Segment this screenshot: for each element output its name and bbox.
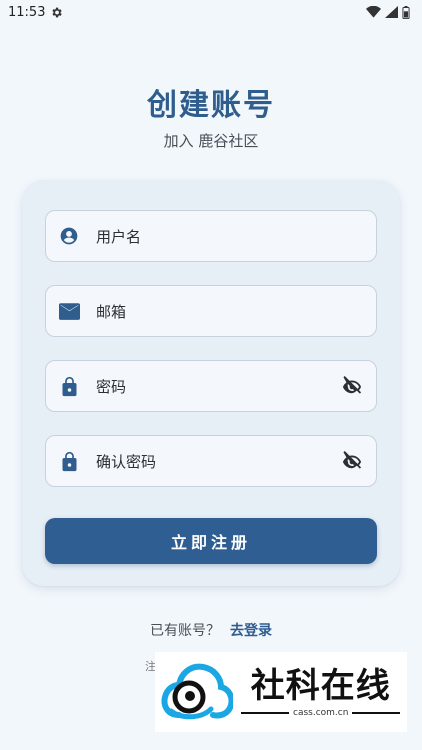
- status-time: 11:53: [8, 4, 46, 20]
- signal-icon: [385, 6, 398, 18]
- register-button[interactable]: 立即注册: [45, 518, 377, 564]
- watermark-url-row: cass.com.cn: [241, 708, 401, 718]
- login-link[interactable]: 去登录: [230, 620, 272, 640]
- page-subtitle: 加入 鹿谷社区: [163, 132, 259, 150]
- watermark-url: cass.com.cn: [293, 708, 349, 718]
- confirm-password-placeholder: 确认密码: [96, 452, 157, 471]
- watermark-rule: [241, 712, 289, 714]
- settings-icon: [50, 6, 63, 19]
- battery-icon: [402, 5, 410, 19]
- mail-icon: [58, 300, 80, 322]
- watermark-text: 社科在线 cass.com.cn: [241, 666, 401, 718]
- cloud-logo-icon: [161, 659, 235, 725]
- visibility-off-icon[interactable]: [340, 449, 364, 473]
- account-circle-icon: [58, 225, 80, 247]
- confirm-password-field[interactable]: 确认密码: [45, 435, 377, 487]
- login-prompt: 已有账号？ 去登录: [0, 620, 422, 640]
- email-field[interactable]: 邮箱: [45, 285, 377, 337]
- status-left: 11:53: [8, 5, 63, 20]
- watermark-name: 社科在线: [250, 666, 391, 706]
- page-title: 创建账号: [147, 88, 275, 123]
- email-placeholder: 邮箱: [96, 302, 127, 321]
- password-placeholder: 密码: [96, 377, 127, 396]
- lock-icon: [58, 450, 80, 472]
- username-field[interactable]: 用户名: [45, 210, 377, 262]
- register-card: 用户名 邮箱 密码 确认密码 立即注册: [22, 180, 400, 586]
- username-placeholder: 用户名: [96, 227, 142, 246]
- wifi-icon: [366, 6, 381, 18]
- status-bar: 11:53: [0, 0, 422, 24]
- login-question: 已有账号？: [150, 623, 220, 639]
- visibility-off-icon[interactable]: [340, 374, 364, 398]
- password-field[interactable]: 密码: [45, 360, 377, 412]
- lock-icon: [58, 375, 80, 397]
- watermark: 社科在线 cass.com.cn: [155, 652, 407, 732]
- status-right: [366, 5, 410, 19]
- watermark-rule: [352, 712, 401, 714]
